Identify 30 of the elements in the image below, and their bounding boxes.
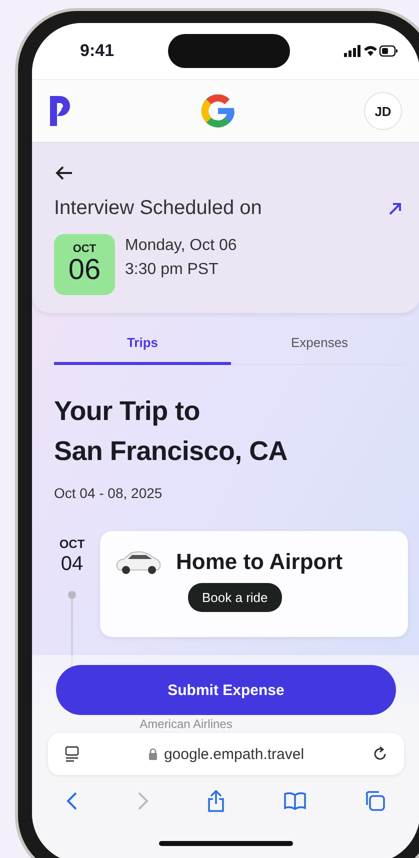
book-icon[interactable] [284,792,306,810]
external-link-icon[interactable] [388,202,402,216]
next-item-title: American Airlines [140,717,232,731]
user-avatar[interactable]: JD [364,92,402,130]
trip-item-title: Home to Airport [176,549,343,575]
interview-date: Monday, Oct 06 [125,236,237,254]
interview-time: 3:30 pm PST [125,260,220,278]
trip-title: Your Trip to San Francisco, CA [54,395,288,468]
reload-icon[interactable] [372,746,388,762]
back-icon[interactable] [54,165,74,181]
submit-expense-button[interactable]: Submit Expense [56,665,396,715]
status-icons [344,44,398,58]
timeline-month: OCT [59,537,85,551]
tab[interactable]: Trips [54,327,231,365]
address-bar[interactable]: google.empath.travel [48,733,404,775]
share-icon[interactable] [207,789,225,813]
trip-dates: Oct 04 - 08, 2025 [54,485,164,501]
timeline-day: 04 [60,553,84,576]
badge-month: OCT [72,243,96,255]
tab[interactable]: Expenses [231,327,408,365]
lock-icon [148,748,158,760]
g-logo-icon [200,93,236,129]
status-time: 9:41 [80,41,114,61]
logo-icon [48,94,72,128]
card-title: Interview Scheduled on [54,197,262,220]
url-text: google.empath.travel [164,746,304,762]
book-ride-button[interactable]: Book a ride [188,583,282,612]
tabs-icon[interactable] [364,790,386,812]
badge-day: 06 [68,255,101,286]
page-menu-icon[interactable] [64,746,80,762]
